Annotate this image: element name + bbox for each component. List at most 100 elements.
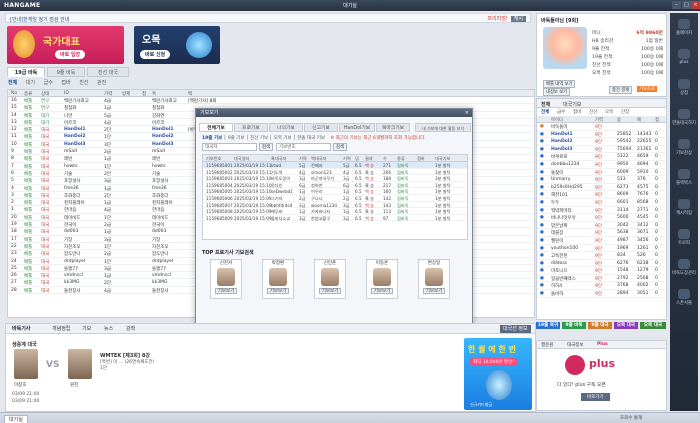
sub-9[interactable]: 9줄 기보 (228, 136, 245, 141)
side-item-3[interactable]: 한돌대국하기 (670, 107, 698, 129)
battle-history-button[interactable]: 배틀 내역 보기 (543, 80, 576, 88)
close-button[interactable]: × (691, 1, 700, 9)
record-row[interactable]: 1159685006 2025/03/19 15:09 그기의 2급 구나나 2급 6.5 흑… (203, 195, 467, 202)
tab-pros[interactable]: 바둑기사 (12, 324, 30, 334)
sub-handol[interactable]: 한돌 대국 기보 (297, 136, 325, 141)
quick-omok2-button[interactable]: 오목 대국 (640, 322, 666, 329)
record-table[interactable]: 기보번호 대국일자 흑대국자 기력 백대국자 기력 덤 결과 수 종류 접바 대… (202, 154, 468, 240)
record-number-search-button[interactable]: 검색 (333, 143, 347, 151)
banner-national[interactable]: 국가대표 바로 입장 (7, 26, 124, 64)
tab-game-users[interactable]: 대국기보 (563, 101, 581, 108)
ad-tab[interactable]: 행운원 (541, 342, 553, 348)
user-row[interactable]: ● 맞은날짜 9단 3042 3412 0 (537, 222, 666, 230)
user-list[interactable]: 전체 대국기보 전체 급수 접바 친선 오목 단장 아이디 기력 승 패 접 ●… (536, 98, 667, 320)
my-info-button[interactable]: 내정보 보기 (543, 88, 571, 96)
banner-button[interactable]: 바로 신청 (140, 50, 171, 59)
side-item-6[interactable]: 캐시적립 (670, 197, 698, 219)
cash-button[interactable]: 캐시 (510, 16, 526, 22)
user-row[interactable]: ● HanDol3 9단 75694 21361 0 (537, 146, 666, 154)
user-row[interactable]: ● 하하4 9단 3768 4002 0 (537, 282, 666, 291)
sub-omok[interactable]: 오목 기보 (274, 136, 292, 141)
user-row[interactable]: ● Unmarry 9단 513 376 0 (537, 176, 666, 184)
minimize-button[interactable]: – (672, 1, 681, 9)
tab-concepts[interactable]: 개념정립 (52, 324, 70, 334)
dialog-close-icon[interactable]: × (465, 109, 469, 117)
record-row[interactable]: 1159685005 2025/03/19 15:10 seDwebd1 1급 어우리 1… (203, 188, 467, 195)
status-room[interactable]: 대기실 (4, 415, 28, 423)
filter-friendly[interactable]: 친선 (79, 80, 88, 86)
filter-level[interactable]: 급수 (44, 80, 53, 86)
maximize-button[interactable]: □ (682, 1, 691, 9)
side-item-7[interactable]: 트로피 (670, 227, 698, 249)
side-item-2[interactable]: 상점 (670, 77, 698, 99)
match-select[interactable]: 대국선 정보 (500, 325, 531, 333)
quick-9-button[interactable]: 9줄 바둑 (562, 322, 586, 329)
banner-button[interactable]: 바로 입장 (55, 50, 86, 59)
record-lookup-button[interactable]: 기보조회 (637, 86, 657, 92)
user-row[interactable]: ● 일곱번째맥스 9단 2792 2568 0 (537, 275, 666, 283)
banner-omok[interactable]: 오목 바로 신청 (134, 26, 220, 64)
user-row[interactable]: ● 미토니므 9단 1548 1279 0 (537, 267, 666, 275)
sub-19[interactable]: 19줄 기보 (202, 136, 222, 141)
record-row[interactable]: 1159685008 2025/03/19 15:09 해무버 1급 가자바나자 1급 6.… (203, 208, 467, 215)
plus-link-button[interactable]: 바로가기 (581, 393, 610, 401)
user-row[interactable]: ● 바둑돌이 9단 (537, 123, 666, 131)
tab-reported-records[interactable]: 신고기보 (304, 123, 338, 132)
record-row[interactable]: 1159685009 2025/03/19 15:09 돌바다소교 3급 한양교황구 3급… (203, 215, 467, 222)
pro-view-button[interactable]: 기보보기 (319, 288, 341, 294)
player-search-button[interactable]: 검색 (259, 143, 273, 151)
record-row[interactable]: 1159685002 2025/03/19 15:11 기도목 4급 simon123 4… (203, 169, 467, 176)
side-item-5[interactable]: 블랙박스 (670, 167, 698, 189)
user-row[interactable]: ● dddoss 9단 6276 6238 0 (537, 260, 666, 268)
tab-all-users[interactable]: 전체 (541, 101, 550, 108)
user-row[interactable]: ● 바나나맛우유 9단 5600 4545 0 (537, 214, 666, 222)
room-row[interactable]: 16 배틀 연구 백련기사최고 4급 백련기사최고 [백련기사] 8회 (8, 97, 534, 105)
tab-pro-records[interactable]: 프로기보 (234, 123, 268, 132)
filter-all[interactable]: 전체 (8, 80, 17, 86)
side-item-0[interactable]: 홈페이지 (670, 17, 698, 39)
user-row[interactable]: ● youthon100 9단 1969 1261 0 (537, 245, 666, 253)
user-row[interactable]: ● 바쿠로로 9단 5122 4659 0 (537, 153, 666, 161)
side-item-9[interactable]: 스폰서몰 (670, 287, 698, 309)
tab-news[interactable]: 뉴스 (104, 324, 113, 334)
premium-label[interactable]: 프리미엄! (487, 16, 507, 22)
notice-text[interactable]: [안내]한게임 정기 점검 안내 (10, 17, 69, 23)
side-item-8[interactable]: 바둑도장관리 (670, 257, 698, 279)
card-ad[interactable]: 한 월 에 한 번 최대 10,000원 할인! 신규카드발급 (464, 338, 532, 410)
charge-button[interactable]: 충전 결제 (609, 86, 633, 94)
ad-tab[interactable]: 대국정보 (567, 342, 584, 348)
record-row[interactable]: 1159685007 2025/03/19 15:09 bbhfdrdsd 3급 woo… (203, 202, 467, 209)
user-row[interactable]: ● 돌바하 9단 2894 3051 0 (537, 290, 666, 298)
tab-handol-records[interactable]: HanDol기보 (339, 123, 375, 132)
pro-view-button[interactable]: 기보보기 (215, 288, 237, 294)
filter-watch[interactable]: 관전 (97, 80, 106, 86)
filter-waiting[interactable]: 대기 (26, 80, 35, 86)
notice-bar[interactable]: [안내]한게임 정기 점검 안내 프리미엄! 캐시 (5, 13, 531, 23)
tab-lessons[interactable]: 강좌 (126, 324, 135, 334)
sub-friendly[interactable]: 친선 기보 (250, 136, 268, 141)
tab-records[interactable]: 기보 (82, 324, 91, 334)
tab-bookmark-records[interactable]: 북마크기보 (376, 123, 410, 132)
my-activity-button[interactable]: 내 기보에 대한 활동 보기 (415, 123, 471, 132)
pro-view-button[interactable]: 기보보기 (423, 288, 445, 294)
user-row[interactable]: ● b259c6Hd295 9단 6273 4575 0 (537, 184, 666, 192)
filter-handicap[interactable]: 접바 (61, 80, 70, 86)
tab-all-records[interactable]: 전체기보 (199, 123, 233, 132)
pro-view-button[interactable]: 기보보기 (267, 288, 289, 294)
ad-tab[interactable]: Plus (597, 342, 608, 347)
record-row[interactable]: 1159685003 2025/03/19 15:10 바둑도망이 3급 마군자식꾸기 3… (203, 175, 467, 182)
user-row[interactable]: ● 두두 9단 6601 8568 0 (537, 199, 666, 207)
status-right[interactable]: 조회수 통계 (620, 415, 642, 421)
quick-omok-button[interactable]: 오목 대국 (614, 322, 638, 329)
user-row[interactable]: ● donbbu1234 9단 9950 4694 0 (537, 161, 666, 169)
quick-19-button[interactable]: 19줄 복귀 (536, 322, 560, 329)
user-row[interactable]: ● 데블장 9단 5638 3671 0 (537, 229, 666, 237)
tab-friendly[interactable]: 친선 대국 (87, 67, 129, 77)
side-item-1[interactable]: plus (670, 47, 698, 69)
record-number-input[interactable]: 기보번호 (276, 143, 331, 151)
avatar[interactable] (543, 27, 587, 69)
pro-view-button[interactable]: 기보보기 (371, 288, 393, 294)
user-row[interactable]: ● 돌찾이 9단 6009 5910 0 (537, 169, 666, 177)
user-row[interactable]: ● HanDol1 9단 25852 14343 0 (537, 131, 666, 139)
tab-my-records[interactable]: 나의기보 (269, 123, 303, 132)
